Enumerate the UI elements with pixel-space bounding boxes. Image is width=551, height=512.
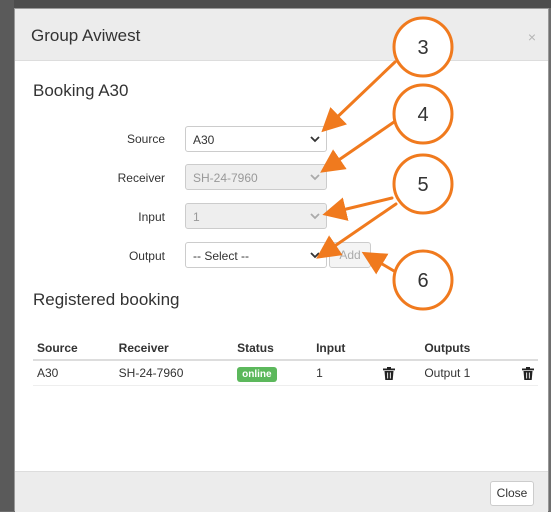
modal-title: Group Aviwest (31, 26, 141, 45)
output-label: Output (128, 249, 165, 263)
receiver-select[interactable]: SH-24-7960 (185, 164, 327, 190)
chevron-down-icon (310, 252, 320, 259)
group-modal: Group Aviwest × Booking A30 Source A30 R… (14, 8, 549, 512)
source-label: Source (126, 132, 165, 146)
output-select-value: -- Select -- (193, 249, 250, 263)
trash-icon[interactable] (522, 367, 534, 381)
registered-booking-title: Registered booking (33, 290, 180, 309)
table-header-row: Source Receiver Status Input Outputs (33, 337, 538, 361)
column-header-source: Source (33, 337, 115, 361)
column-header-outputs: Outputs (420, 337, 518, 361)
backdrop-top (0, 0, 551, 8)
input-select[interactable]: 1 (185, 203, 327, 229)
input-select-value: 1 (193, 210, 200, 224)
modal-header: Group Aviwest × (15, 9, 548, 61)
input-label: Input (138, 210, 165, 224)
column-header-delete-output (518, 337, 538, 361)
chevron-down-icon (310, 213, 320, 220)
column-header-input: Input (312, 337, 379, 361)
column-header-receiver: Receiver (114, 337, 234, 361)
backdrop-left (0, 0, 14, 511)
output-select[interactable]: -- Select -- (185, 242, 327, 268)
registered-booking-table: Source Receiver Status Input Outputs A30… (33, 337, 538, 386)
cell-status: online (233, 360, 313, 386)
chevron-down-icon (310, 136, 320, 143)
cell-output: Output 1 (420, 360, 518, 386)
column-header-delete (378, 337, 421, 361)
status-badge: online (237, 367, 277, 382)
receiver-select-value: SH-24-7960 (193, 171, 258, 185)
source-select-value: A30 (193, 133, 215, 147)
receiver-label: Receiver (117, 171, 165, 185)
add-button[interactable]: Add (329, 242, 371, 268)
cell-source: A30 (33, 360, 115, 386)
column-header-status: Status (233, 337, 313, 361)
modal-footer: Close (15, 471, 548, 512)
cell-delete-output (518, 360, 538, 386)
source-select[interactable]: A30 (185, 126, 327, 152)
booking-title: Booking A30 (33, 81, 129, 100)
cell-delete-input (378, 360, 421, 386)
cell-receiver: SH-24-7960 (114, 360, 234, 386)
trash-icon[interactable] (382, 367, 395, 381)
close-icon[interactable]: × (528, 29, 536, 45)
close-button[interactable]: Close (490, 481, 534, 506)
cell-input: 1 (312, 360, 379, 386)
table-row: A30 SH-24-7960 online 1 Output 1 (33, 360, 538, 386)
chevron-down-icon (310, 174, 320, 181)
